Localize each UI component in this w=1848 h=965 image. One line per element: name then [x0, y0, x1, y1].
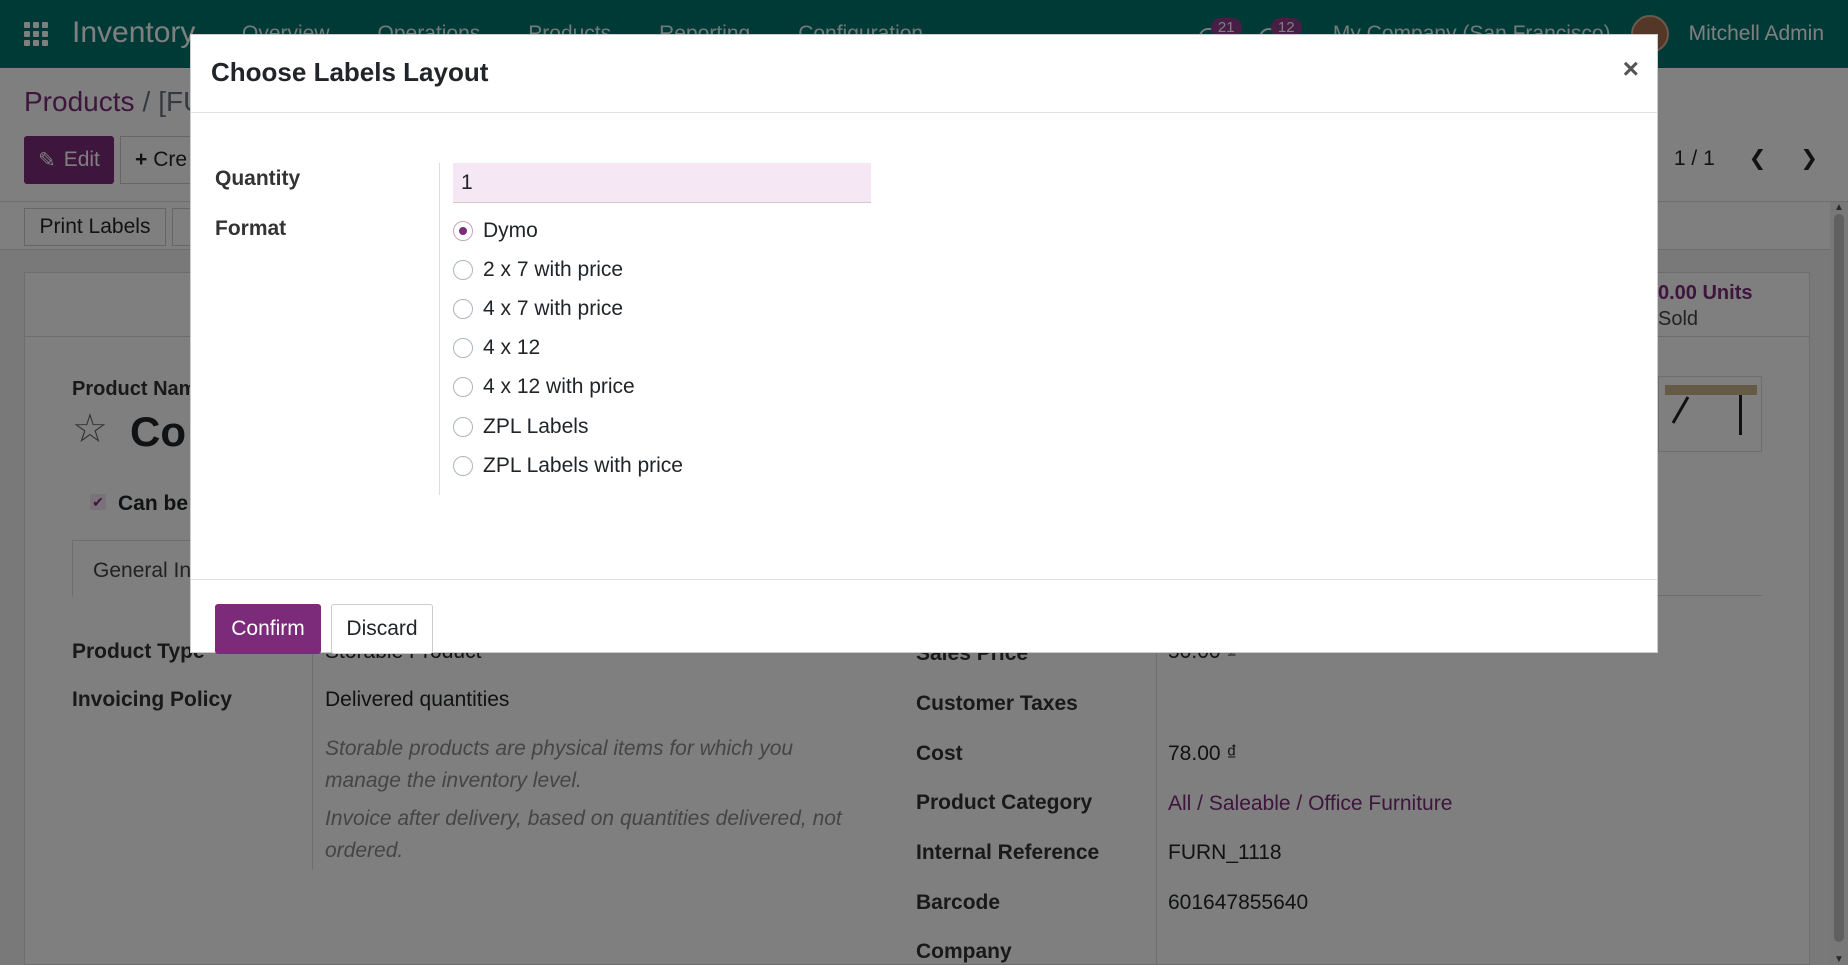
format-option-2x7-price[interactable]: 2 x 7 with price — [453, 258, 623, 282]
quantity-input[interactable] — [453, 163, 871, 203]
radio-zpl[interactable] — [453, 417, 473, 437]
format-option-label: 4 x 12 — [483, 336, 541, 359]
format-label: Format — [215, 217, 287, 240]
confirm-button[interactable]: Confirm — [215, 604, 321, 654]
format-option-label: 2 x 7 with price — [483, 258, 624, 281]
format-option-label: 4 x 12 with price — [483, 375, 635, 398]
format-option-zpl[interactable]: ZPL Labels — [453, 415, 588, 439]
radio-dymo[interactable] — [453, 221, 473, 241]
modal-header: Choose Labels Layout × — [191, 35, 1657, 113]
format-option-label: 4 x 7 with price — [483, 297, 624, 320]
format-option-4x12-price[interactable]: 4 x 12 with price — [453, 375, 635, 399]
radio-zpl-price[interactable] — [453, 456, 473, 476]
choose-labels-layout-dialog: Choose Labels Layout × Quantity Format D… — [190, 34, 1658, 654]
modal-body: Quantity Format Dymo 2 x 7 with price 4 … — [191, 113, 1657, 579]
format-option-4x12[interactable]: 4 x 12 — [453, 336, 540, 360]
format-option-4x7-price[interactable]: 4 x 7 with price — [453, 297, 623, 321]
format-option-dymo[interactable]: Dymo — [453, 219, 538, 243]
modal-footer: Confirm Discard — [191, 579, 1657, 654]
radio-4x12[interactable] — [453, 338, 473, 358]
radio-4x7-price[interactable] — [453, 299, 473, 319]
radio-2x7-price[interactable] — [453, 260, 473, 280]
quantity-label: Quantity — [215, 167, 301, 190]
format-option-zpl-price[interactable]: ZPL Labels with price — [453, 454, 683, 478]
format-option-label: ZPL Labels with price — [483, 454, 683, 477]
close-icon[interactable]: × — [1623, 53, 1639, 85]
label-column-separator — [439, 163, 440, 495]
format-option-label: Dymo — [483, 219, 538, 242]
modal-title: Choose Labels Layout — [211, 57, 489, 87]
format-option-label: ZPL Labels — [483, 415, 589, 438]
discard-button[interactable]: Discard — [331, 604, 433, 654]
radio-4x12-price[interactable] — [453, 377, 473, 397]
